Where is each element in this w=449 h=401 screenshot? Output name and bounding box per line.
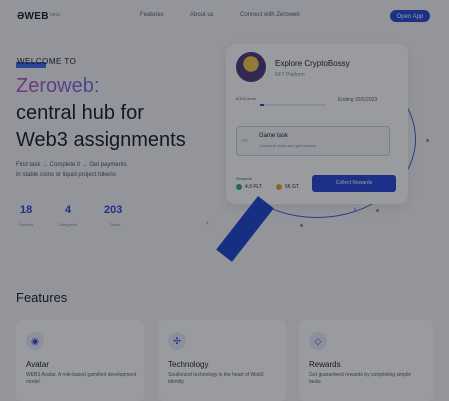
- user-icon: ◉: [26, 332, 44, 350]
- stat-tasks-value: 203: [104, 204, 123, 216]
- progress-bar: [260, 104, 326, 106]
- hero-title-line3: Web3 assignments: [16, 129, 186, 151]
- hero-brand: Zeroweb:: [16, 75, 100, 97]
- feature-description: Get guaranteed rewards by completing sim…: [309, 372, 411, 385]
- collect-rewards-button[interactable]: Collect Rewards: [312, 175, 396, 192]
- progress-fill: [260, 104, 264, 106]
- feature-card-avatar: ◉ Avatar WEB3 Avatar. A role-based gamif…: [16, 320, 144, 401]
- reward-amount-2: 56 GT: [285, 184, 299, 190]
- welcome-label: WELCOME TO: [17, 57, 77, 66]
- card-subtitle: NFT Platform: [275, 72, 305, 78]
- stat-categories-value: 4: [65, 204, 72, 216]
- feature-description: Soulbound technology is the heart of Web…: [168, 372, 264, 385]
- card-title: Explore CryptoBossy: [275, 59, 350, 68]
- project-avatar: [236, 52, 266, 82]
- carousel-dot[interactable]: [300, 224, 303, 227]
- open-app-button[interactable]: Open App: [390, 10, 430, 22]
- progress-label: 6/100 done: [236, 96, 257, 101]
- feature-title: Technology: [168, 360, 209, 369]
- stat-partners-label: Partners: [18, 222, 34, 227]
- stat-tasks-label: Tasks: [110, 222, 121, 227]
- task-item[interactable]: ▭ Game task Complete tasks and get rewar…: [236, 126, 390, 156]
- ending-date: Ending 26/5/2023: [338, 97, 378, 103]
- carousel-prev-icon[interactable]: ‹: [206, 218, 209, 227]
- nav-link-features[interactable]: Features: [140, 12, 164, 18]
- task-icon: ▭: [242, 138, 248, 144]
- feature-card-technology: ✣ Technology Soulbound technology is the…: [158, 320, 286, 401]
- chip-icon: ✣: [168, 332, 186, 350]
- carousel-next-icon[interactable]: ›: [353, 204, 356, 215]
- reward-amount-1: 4,9 FLT: [245, 184, 262, 190]
- task-title: Game task: [259, 133, 289, 139]
- features-heading: Features: [16, 290, 68, 305]
- nav-link-about[interactable]: About us: [190, 12, 214, 18]
- logo-badge: beta: [50, 12, 60, 18]
- carousel-dot[interactable]: [376, 209, 379, 212]
- hero-title-line1: Zeroweb:: [16, 74, 99, 98]
- task-description: Complete tasks and get rewards: [259, 143, 317, 148]
- feature-description: WEB3 Avatar. A role-based gamified devel…: [26, 372, 137, 385]
- rewards-label: Rewards: [236, 176, 252, 181]
- diamond-icon: ◇: [309, 332, 327, 350]
- feature-title: Avatar: [26, 360, 49, 369]
- stat-partners-value: 18: [20, 204, 33, 216]
- feature-title: Rewards: [309, 360, 341, 369]
- hero-title-line2: central hub for: [16, 102, 144, 124]
- nav-link-connect[interactable]: Connect with Zeroweb: [240, 12, 300, 18]
- coin-icon: [276, 184, 282, 190]
- decorative-ribbon: [216, 196, 274, 262]
- top-nav: ƏWEB beta Features About us Connect with…: [0, 0, 449, 32]
- stat-categories-label: Categories: [58, 222, 78, 227]
- feature-card-rewards: ◇ Rewards Get guaranteed rewards by comp…: [299, 320, 433, 401]
- hero-subtitle-1: Find task → Complete it → Get payments: [16, 162, 127, 168]
- hero-subtitle-2: in stable coins or liquid project tokens: [16, 172, 116, 178]
- logo[interactable]: ƏWEB: [17, 11, 49, 22]
- coin-icon: [236, 184, 242, 190]
- carousel-dot[interactable]: [426, 139, 429, 142]
- task-card[interactable]: Explore CryptoBossy NFT Platform 6/100 d…: [226, 44, 408, 204]
